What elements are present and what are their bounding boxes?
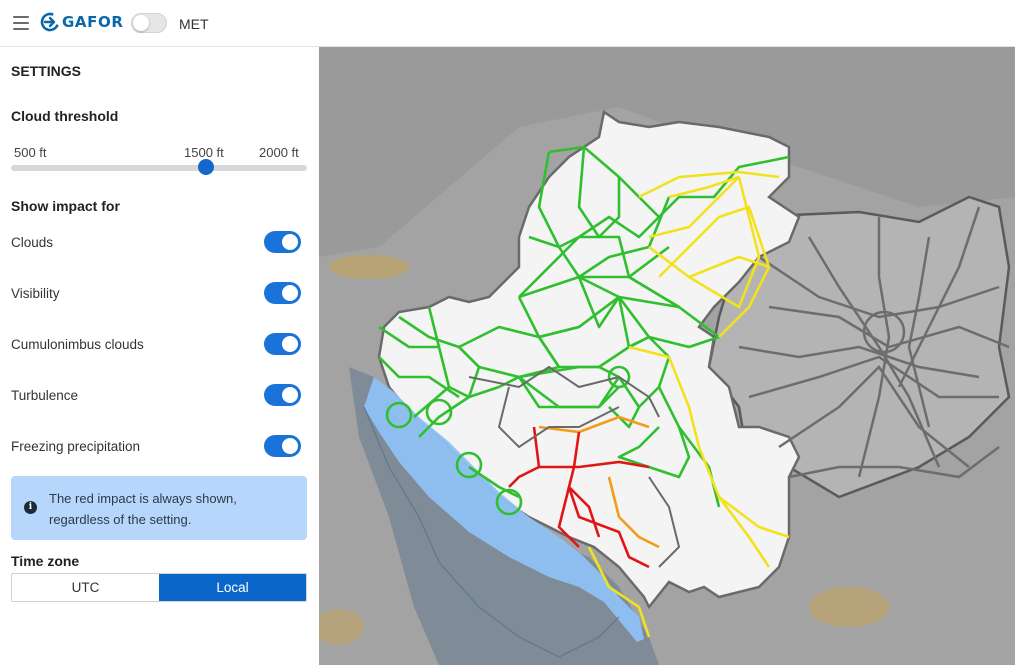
relief-patch — [809, 587, 889, 627]
slider-value-label: 1500 ft — [184, 145, 224, 160]
impact-row-visibility: Visibility — [11, 282, 307, 306]
time-zone-title: Time zone — [11, 553, 80, 569]
slider-max-label: 2000 ft — [259, 145, 299, 160]
clouds-toggle[interactable] — [264, 231, 301, 253]
show-impact-title: Show impact for — [11, 198, 120, 214]
impact-label: Turbulence — [11, 388, 79, 403]
settings-title: SETTINGS — [11, 63, 82, 79]
time-zone-toggle-group: UTC Local — [11, 573, 307, 602]
impact-label: Cumulonimbus clouds — [11, 337, 144, 352]
info-box: i The red impact is always shown, regard… — [11, 476, 307, 540]
cloud-threshold-title: Cloud threshold — [11, 108, 119, 124]
time-zone-utc-button[interactable]: UTC — [12, 574, 159, 601]
cloud-threshold-slider[interactable] — [11, 165, 307, 171]
cloud-threshold-slider-thumb[interactable] — [198, 159, 214, 175]
met-toggle[interactable] — [131, 13, 167, 33]
info-circle-icon: i — [24, 501, 37, 514]
impact-label: Clouds — [11, 235, 54, 250]
impact-label: Freezing precipitation — [11, 439, 141, 454]
impact-row-clouds: Clouds — [11, 231, 307, 255]
app-logo: GAFOR — [40, 12, 123, 32]
freezing-precipitation-toggle[interactable] — [264, 435, 301, 457]
time-zone-local-button[interactable]: Local — [159, 574, 306, 601]
app-name: GAFOR — [62, 13, 124, 31]
cumulonimbus-toggle[interactable] — [264, 333, 301, 355]
settings-sidebar: SETTINGS Cloud threshold 500 ft 1500 ft … — [0, 48, 319, 665]
visibility-toggle[interactable] — [264, 282, 301, 304]
gafor-logo-icon — [40, 12, 60, 32]
slider-min-label: 500 ft — [14, 145, 47, 160]
impact-row-freezing-precipitation: Freezing precipitation — [11, 435, 307, 459]
impact-row-turbulence: Turbulence — [11, 384, 307, 408]
impact-label: Visibility — [11, 286, 60, 301]
met-label: MET — [179, 16, 209, 32]
info-text: The red impact is always shown, regardle… — [49, 491, 237, 527]
top-bar: GAFOR MET — [0, 0, 1015, 47]
relief-patch — [329, 255, 409, 279]
map-canvas — [319, 47, 1015, 665]
turbulence-toggle[interactable] — [264, 384, 301, 406]
impact-row-cumulonimbus: Cumulonimbus clouds — [11, 333, 307, 357]
hamburger-menu-icon[interactable] — [13, 16, 29, 30]
route-map[interactable] — [319, 47, 1015, 665]
